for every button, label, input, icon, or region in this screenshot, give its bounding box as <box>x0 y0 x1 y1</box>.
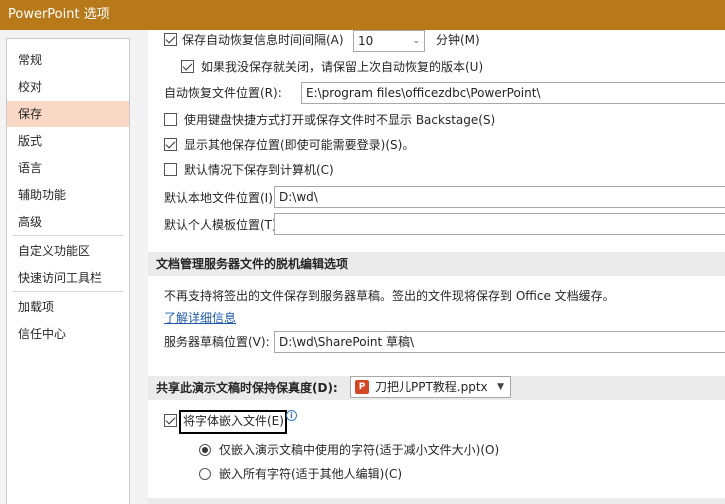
autorecover-interval-label: 保存自动恢复信息时间间隔(A) <box>182 33 344 47</box>
save-to-computer-label: 默认情况下保存到计算机(C) <box>184 163 334 177</box>
window-title: PowerPoint 选项 <box>0 0 725 30</box>
learn-more-link[interactable]: 了解详细信息 <box>164 310 236 326</box>
chevron-down-icon: ▼ <box>497 382 504 392</box>
sidebar-item-general[interactable]: 常规 <box>7 47 129 73</box>
embed-used-radio[interactable] <box>199 444 211 456</box>
sidebar: 常规 校对 保存 版式 语言 辅助功能 高级 自定义功能区 快速访问工具栏 加载… <box>0 30 136 504</box>
embed-fonts-checkbox[interactable] <box>164 414 177 427</box>
spinner-down-icon[interactable]: ⌄ <box>412 31 420 51</box>
fidelity-file-dropdown[interactable]: P 刀把儿PPT教程.pptx ▼ <box>350 376 511 398</box>
sidebar-item-save[interactable]: 保存 <box>7 101 129 127</box>
sidebar-item-trust-center[interactable]: 信任中心 <box>7 321 129 347</box>
no-backstage-label: 使用键盘快捷方式打开或保存文件时不显示 Backstage(S) <box>184 113 496 127</box>
sidebar-item-quick-access-toolbar[interactable]: 快速访问工具栏 <box>7 265 129 291</box>
sidebar-item-advanced[interactable]: 高级 <box>7 209 129 235</box>
autorecover-interval-input[interactable]: 10 ⌄ <box>353 30 425 52</box>
default-local-input[interactable]: D:\wd\ <box>274 186 725 208</box>
default-template-label: 默认个人模板位置(T): <box>164 218 281 232</box>
sidebar-divider <box>13 235 123 236</box>
default-local-label: 默认本地文件位置(I): <box>164 191 277 205</box>
sidebar-item-customize-ribbon[interactable]: 自定义功能区 <box>7 238 129 264</box>
autorecover-checkbox[interactable] <box>164 33 177 46</box>
autorecover-location-label: 自动恢复文件位置(R): <box>164 86 282 100</box>
show-other-locations-checkbox[interactable] <box>164 138 177 151</box>
embed-fonts-label: 将字体嵌入文件(E) <box>183 414 284 428</box>
offline-note: 不再支持将签出的文件保存到服务器草稿。签出的文件现将保存到 Office 文档缓… <box>164 289 615 303</box>
options-content: 保存自动恢复信息时间间隔(A) 10 ⌄ 分钟(M) 如果我没保存就关闭，请保留… <box>148 30 725 504</box>
show-other-locations-label: 显示其他保存位置(即使可能需要登录)(S)。 <box>184 138 415 152</box>
sidebar-item-accessibility[interactable]: 辅助功能 <box>7 182 129 208</box>
sidebar-item-proofing[interactable]: 校对 <box>7 74 129 100</box>
autorecover-location-input[interactable]: E:\program files\officezdbc\PowerPoint\ <box>301 82 725 104</box>
info-icon[interactable]: i <box>286 410 297 421</box>
save-to-computer-checkbox[interactable] <box>164 163 177 176</box>
autorecover-interval-value: 10 <box>358 34 374 48</box>
keep-last-version-label: 如果我没保存就关闭，请保留上次自动恢复的版本(U) <box>201 60 484 74</box>
powerpoint-file-icon: P <box>355 380 369 394</box>
default-template-input[interactable] <box>274 213 725 235</box>
drafts-location-label: 服务器草稿位置(V): <box>164 335 270 349</box>
embed-used-label: 仅嵌入演示文稿中使用的字符(适于减小文件大小)(O) <box>219 443 500 457</box>
next-section-header <box>148 498 725 504</box>
keep-last-version-checkbox[interactable] <box>181 60 194 73</box>
sidebar-item-layout[interactable]: 版式 <box>7 128 129 154</box>
autorecover-interval-unit: 分钟(M) <box>436 33 480 47</box>
embed-all-radio[interactable] <box>199 468 211 480</box>
fidelity-file-name: 刀把儿PPT教程.pptx <box>375 380 488 394</box>
offline-editing-header: 文档管理服务器文件的脱机编辑选项 <box>148 252 725 276</box>
no-backstage-checkbox[interactable] <box>164 113 177 126</box>
embed-all-label: 嵌入所有字符(适于其他人编辑)(C) <box>219 467 403 481</box>
sidebar-divider <box>13 291 123 292</box>
drafts-location-input[interactable]: D:\wd\SharePoint 草稿\ <box>274 331 725 353</box>
fidelity-header: 共享此演示文稿时保持保真度(D): <box>156 381 338 395</box>
sidebar-item-language[interactable]: 语言 <box>7 155 129 181</box>
sidebar-item-addins[interactable]: 加载项 <box>7 294 129 320</box>
sidebar-panel: 常规 校对 保存 版式 语言 辅助功能 高级 自定义功能区 快速访问工具栏 加载… <box>6 38 130 504</box>
